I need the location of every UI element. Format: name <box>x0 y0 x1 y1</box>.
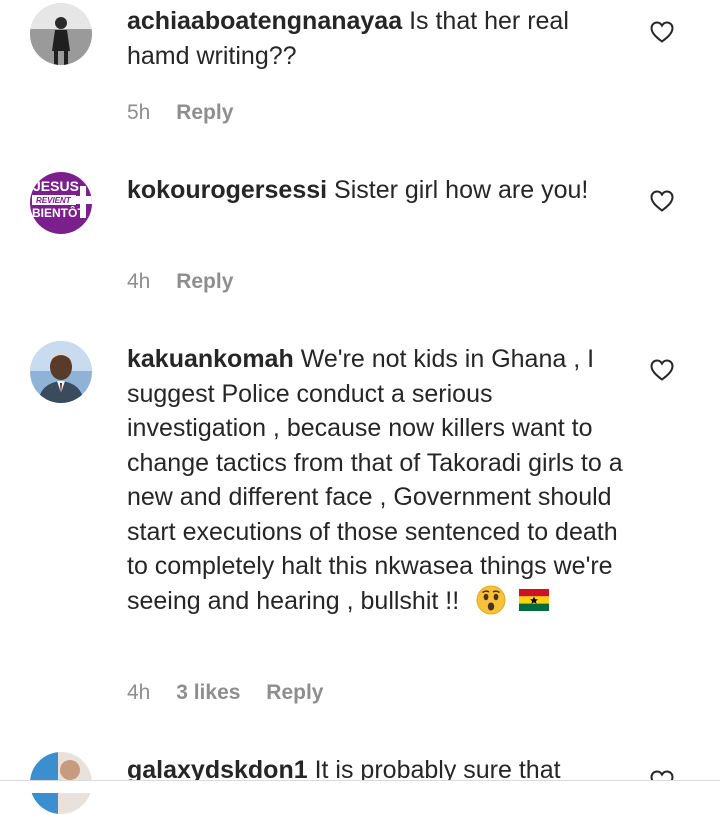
comment-meta: 4h Reply <box>127 270 253 294</box>
avatar-logo-text: JESUS <box>33 178 79 194</box>
reply-button[interactable]: Reply <box>176 270 233 293</box>
reply-button[interactable]: Reply <box>176 101 233 124</box>
comment-time: 4h <box>127 681 151 704</box>
comment-text: kokourogersessi Sister girl how are you! <box>127 173 627 208</box>
comment-username[interactable]: kokourogersessi <box>127 176 327 204</box>
avatar-logo-text: REVIENT <box>36 196 72 205</box>
comment-username[interactable]: achiaaboatengnanayaa <box>127 7 402 35</box>
user-avatar[interactable] <box>30 341 92 403</box>
user-photo-avatar <box>30 3 92 65</box>
comment-text: kakuankomah We're not kids in Ghana , I … <box>127 342 627 618</box>
likes-count[interactable]: 3 likes <box>176 681 240 704</box>
avatar-logo-text: BIENTÔT <box>32 205 85 220</box>
astonished-face-emoji <box>476 585 506 615</box>
user-avatar[interactable] <box>30 3 92 65</box>
comment-meta: 5h Reply <box>127 101 253 125</box>
comment-body: We're not kids in Ghana , I suggest Poli… <box>127 345 623 615</box>
user-avatar[interactable]: JESUS REVIENT BIENTÔT <box>30 172 92 234</box>
heart-outline-icon[interactable] <box>650 21 674 43</box>
heart-outline-icon[interactable] <box>650 190 674 212</box>
heart-outline-icon[interactable] <box>650 359 674 381</box>
comment-meta: 4h 3 likes Reply <box>127 681 343 705</box>
comment-text: achiaaboatengnanayaa Is that her real ha… <box>127 4 627 73</box>
bottom-edge <box>0 781 720 793</box>
user-photo-avatar <box>30 341 92 403</box>
jesus-revient-bientot-logo-avatar: JESUS REVIENT BIENTÔT <box>30 172 92 234</box>
comment-time: 4h <box>127 270 151 293</box>
comment-username[interactable]: kakuankomah <box>127 345 294 373</box>
comment-body: Sister girl how are you! <box>334 176 589 204</box>
comment-time: 5h <box>127 101 151 124</box>
ghana-flag-emoji <box>519 586 550 611</box>
reply-button[interactable]: Reply <box>266 681 323 704</box>
